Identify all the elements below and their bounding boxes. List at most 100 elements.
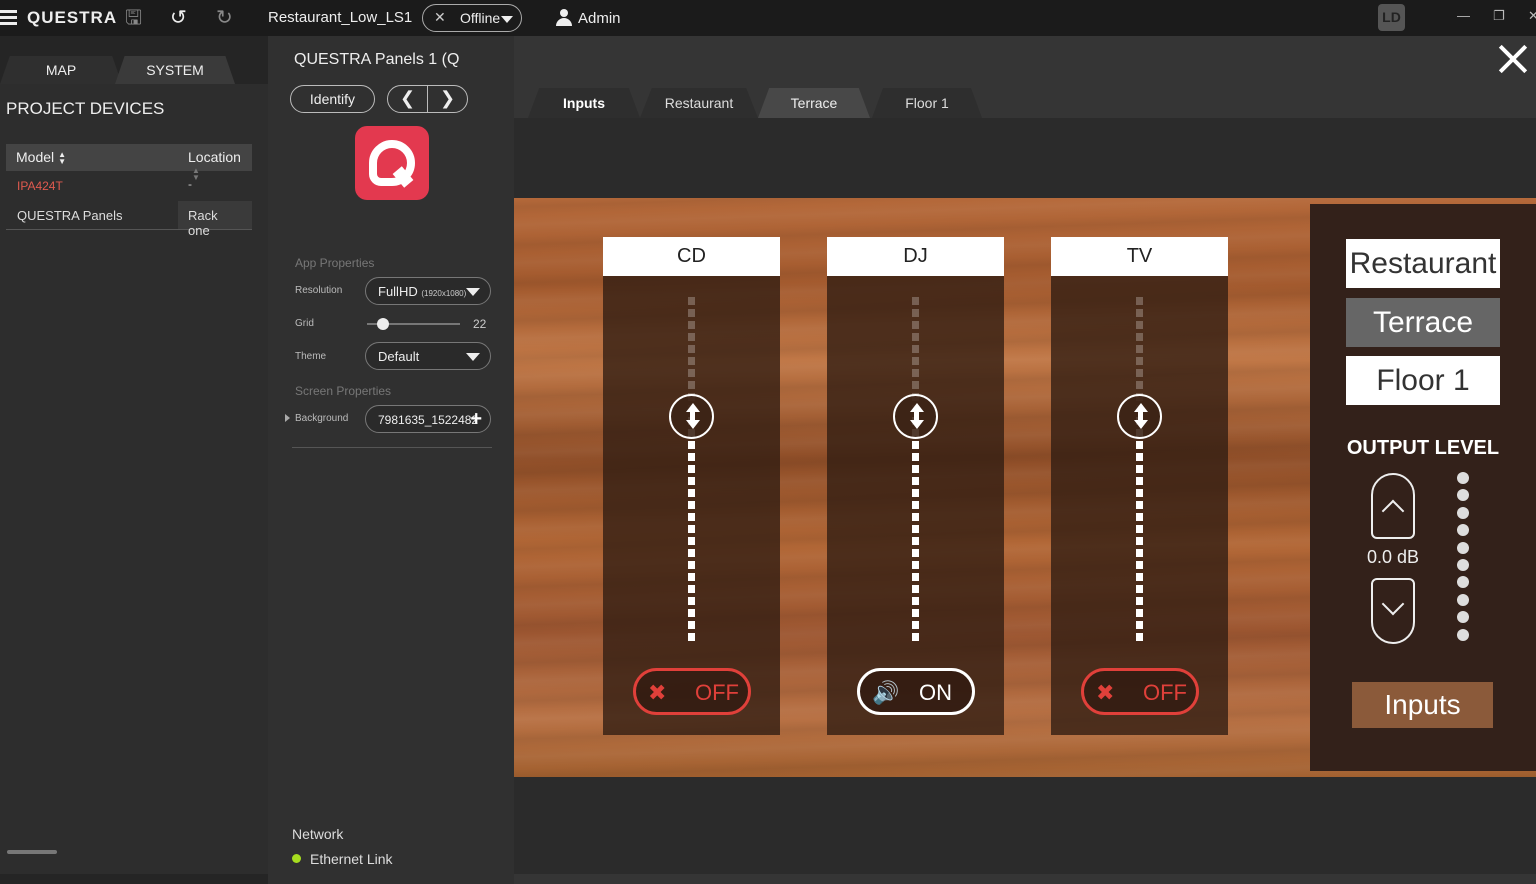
stage-background (514, 777, 1536, 874)
level-up-button[interactable] (1371, 473, 1415, 539)
tab-system[interactable]: SYSTEM (115, 56, 235, 84)
output-level-title: OUTPUT LEVEL (1346, 437, 1500, 459)
close-window-icon[interactable]: ✕ (1528, 8, 1536, 24)
minimize-icon[interactable]: — (1457, 8, 1470, 23)
speaker-icon: 🔊 (872, 680, 900, 705)
expand-icon[interactable] (285, 414, 290, 422)
panel-canvas: CD ✖ OFF DJ 🔊 ON TV ✖ OFF Restaurant Ter… (514, 198, 1536, 777)
network-status-label: Ethernet Link (310, 851, 393, 867)
channel-name: TV (1051, 237, 1228, 276)
channel-strip-dj: DJ 🔊 ON (827, 237, 1004, 735)
device-nav: ❮ ❯ (387, 85, 468, 113)
channel-strip-tv: TV ✖ OFF (1051, 237, 1228, 735)
level-down-button[interactable] (1371, 578, 1415, 644)
background-field[interactable]: 7981635_1522482 + (365, 405, 491, 433)
device-title: QUESTRA Panels 1 (QUESTRA Panels) (294, 51, 459, 68)
theme-value: Default (378, 349, 420, 364)
device-model: IPA424T (17, 179, 63, 193)
tab-map[interactable]: MAP (0, 56, 122, 84)
user-name: Admin (578, 10, 621, 27)
connection-status-dropdown[interactable]: ✕ Offline (422, 4, 522, 32)
redo-icon[interactable]: ↻ (216, 7, 233, 29)
divider (292, 447, 492, 448)
chevron-down-icon (466, 288, 480, 296)
project-devices-panel: PROJECT DEVICES Model ▲ ▼ Location▲ ▼ IPA42… (0, 84, 268, 874)
undo-icon[interactable]: ↺ (170, 7, 187, 29)
theme-label: Theme (295, 351, 327, 362)
device-model: QUESTRA Panels (17, 208, 123, 223)
top-bar: QUESTRA 🖫 ↺ ↻ Restaurant_Low_LS1 ✕ Offli… (0, 0, 1536, 36)
fader-track[interactable] (1136, 417, 1143, 642)
zone-button-floor-1[interactable]: Floor 1 (1346, 356, 1500, 405)
fader-handle[interactable] (669, 394, 714, 439)
connection-status-label: Offline (460, 10, 501, 26)
fader-track[interactable] (688, 417, 695, 642)
mute-button-cd[interactable]: ✖ OFF (633, 668, 751, 715)
horizontal-scrollbar[interactable] (7, 850, 57, 854)
prev-icon[interactable]: ❮ (400, 88, 415, 109)
column-model[interactable]: Model ▲ ▼ (16, 149, 67, 167)
mute-state: OFF (695, 680, 739, 705)
project-devices-title: PROJECT DEVICES (6, 99, 165, 118)
screen-properties-heading: Screen Properties (295, 384, 392, 398)
zone-button-restaurant[interactable]: Restaurant (1346, 239, 1500, 288)
fader-handle[interactable] (1117, 394, 1162, 439)
next-icon[interactable]: ❯ (440, 88, 455, 109)
add-icon[interactable]: + (470, 408, 482, 431)
fader-track-inactive (688, 297, 695, 407)
channel-name: CD (603, 237, 780, 276)
background-label: Background (295, 413, 349, 424)
channel-strip-cd: CD ✖ OFF (603, 237, 780, 735)
tab-floor-1[interactable]: Floor 1 (872, 88, 982, 118)
mute-state: ON (919, 680, 952, 705)
panel-preview-area: Inputs Restaurant Terrace Floor 1 CD ✖ O… (514, 36, 1536, 884)
resolution-select[interactable]: FullHD (1920x1080) (365, 277, 491, 305)
device-location: Rack one (178, 201, 252, 238)
status-dot-icon (292, 854, 301, 863)
close-icon[interactable] (1498, 44, 1528, 74)
background-value: 7981635_1522482 (378, 413, 479, 427)
device-location: - (188, 177, 192, 191)
tab-restaurant[interactable]: Restaurant (640, 88, 758, 118)
user-menu[interactable]: Admin (556, 9, 621, 27)
fader-handle[interactable] (893, 394, 938, 439)
brand-logo: QUESTRA (27, 8, 118, 27)
inputs-button[interactable]: Inputs (1352, 682, 1493, 728)
theme-select[interactable]: Default (365, 342, 491, 370)
save-icon[interactable]: 🖫 (125, 7, 142, 29)
mute-state: OFF (1143, 680, 1187, 705)
mute-button-dj[interactable]: 🔊 ON (857, 668, 975, 715)
mute-icon: ✖ (1096, 680, 1115, 705)
network-status: Ethernet Link (292, 851, 393, 867)
resolution-label: Resolution (295, 285, 343, 296)
table-row[interactable]: IPA424T - (6, 172, 252, 200)
mute-icon: ✖ (648, 680, 667, 705)
output-level-value: 0.0 dB (1366, 547, 1420, 567)
tab-inputs[interactable]: Inputs (528, 88, 640, 118)
page-tabs: Inputs Restaurant Terrace Floor 1 (524, 88, 1024, 118)
table-row[interactable]: QUESTRA Panels Rack one (6, 201, 252, 238)
questra-app-icon (355, 126, 429, 200)
divider (427, 86, 428, 112)
channel-name: DJ (827, 237, 1004, 276)
grid-slider-handle[interactable] (377, 318, 389, 330)
left-tabs: MAP SYSTEM (0, 56, 268, 84)
ld-logo: LD (1378, 4, 1405, 31)
restore-icon[interactable]: ❐ (1493, 8, 1505, 24)
hamburger-icon[interactable] (0, 10, 17, 25)
app-properties-heading: App Properties (295, 256, 375, 270)
grid-label: Grid (295, 318, 314, 329)
table-header: Model ▲ ▼ Location▲ ▼ (6, 144, 252, 182)
mute-button-tv[interactable]: ✖ OFF (1081, 668, 1199, 715)
app-root: QUESTRA 🖫 ↺ ↻ Restaurant_Low_LS1 ✕ Offli… (0, 0, 1536, 884)
fader-track[interactable] (912, 417, 919, 642)
level-meter (1457, 472, 1469, 646)
chevron-down-icon (466, 353, 480, 361)
sort-icon: ▲ ▼ (58, 150, 67, 167)
identify-button[interactable]: Identify (290, 85, 375, 113)
fader-track-inactive (1136, 297, 1143, 407)
zone-button-terrace[interactable]: Terrace (1346, 298, 1500, 347)
grid-value: 22 (473, 317, 487, 331)
user-icon (556, 9, 572, 26)
tab-terrace[interactable]: Terrace (758, 88, 870, 118)
